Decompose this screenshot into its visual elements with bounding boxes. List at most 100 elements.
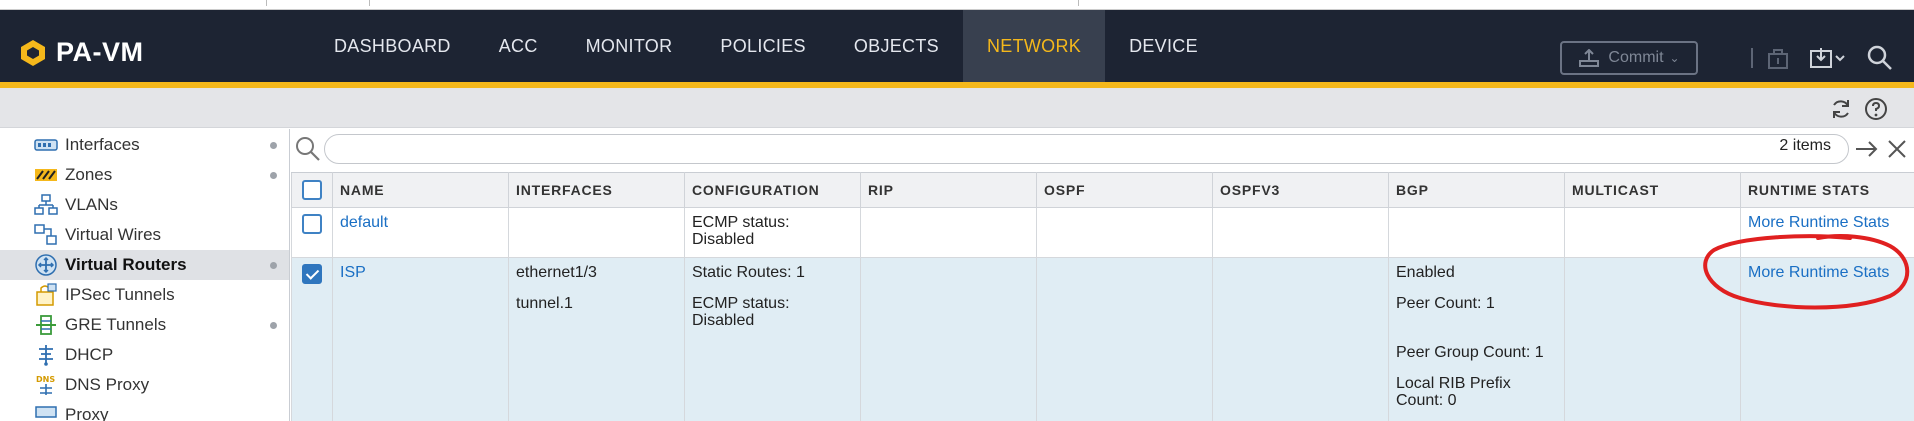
sidebar-item-label: IPSec Tunnels bbox=[65, 285, 175, 304]
sidebar-item-dhcp[interactable]: DHCP bbox=[0, 340, 289, 370]
interface-entry: ethernet1/3 bbox=[516, 264, 597, 281]
select-all-cell bbox=[291, 172, 333, 208]
configuration-cell: ECMP status: Disabled bbox=[684, 207, 861, 258]
refresh-icon[interactable] bbox=[1828, 96, 1854, 122]
help-icon[interactable] bbox=[1863, 96, 1889, 122]
gre-tunnels-icon bbox=[34, 313, 58, 337]
divider-icon bbox=[1745, 42, 1759, 74]
sidebar-item-virtual-wires[interactable]: Virtual Wires bbox=[0, 220, 289, 250]
column-header-ospfv3[interactable]: OSPFV3 bbox=[1212, 172, 1389, 208]
commit-button[interactable]: Commit ⌄ bbox=[1560, 41, 1698, 75]
name-cell: ISP bbox=[332, 257, 509, 421]
strip-divider bbox=[369, 0, 370, 6]
interfaces-cell: ethernet1/3 tunnel.1 bbox=[508, 257, 685, 421]
ospfv3-cell bbox=[1212, 207, 1389, 258]
virtual-wires-icon bbox=[34, 223, 58, 247]
column-header-rip[interactable]: RIP bbox=[860, 172, 1037, 208]
row-checkbox[interactable] bbox=[302, 264, 322, 284]
sidebar-item-label: Interfaces bbox=[65, 135, 140, 154]
app-logo[interactable]: PA-VM bbox=[18, 37, 144, 68]
apply-filter-icon[interactable] bbox=[1854, 138, 1880, 165]
interface-entry: tunnel.1 bbox=[516, 295, 573, 312]
sidebar-item-label: VLANs bbox=[65, 195, 118, 214]
table-row[interactable]: ISP ethernet1/3 tunnel.1 Static Routes: … bbox=[291, 257, 1914, 421]
interfaces-cell bbox=[508, 207, 685, 258]
dhcp-icon bbox=[34, 343, 58, 367]
filter-bar: 2 items bbox=[291, 129, 1914, 169]
status-dot bbox=[270, 171, 277, 179]
sidebar-item-label: Virtual Routers bbox=[65, 255, 187, 274]
configuration-cell: Static Routes: 1 ECMP status: Disabled bbox=[684, 257, 861, 421]
rip-cell bbox=[860, 207, 1037, 258]
app-header: PA-VM DASHBOARD ACC MONITOR POLICIES OBJ… bbox=[0, 10, 1914, 88]
save-config-icon[interactable] bbox=[1808, 42, 1850, 74]
runtime-stats-cell: More Runtime Stats bbox=[1740, 257, 1914, 421]
filter-input[interactable] bbox=[324, 134, 1849, 164]
nav-policies[interactable]: POLICIES bbox=[696, 10, 829, 82]
column-header-bgp[interactable]: BGP bbox=[1388, 172, 1565, 208]
router-name-link[interactable]: ISP bbox=[340, 264, 366, 281]
sidebar-item-proxy[interactable]: Proxy bbox=[0, 400, 289, 421]
svg-text:DNS: DNS bbox=[36, 375, 55, 384]
column-header-ospf[interactable]: OSPF bbox=[1036, 172, 1213, 208]
interfaces-icon bbox=[34, 133, 58, 157]
column-header-name[interactable]: NAME bbox=[332, 172, 509, 208]
bgp-local-rib-prefix-count: Local RIB Prefix Count: 0 bbox=[1396, 375, 1511, 409]
multicast-cell bbox=[1564, 207, 1741, 258]
nav-objects[interactable]: OBJECTS bbox=[830, 10, 963, 82]
sidebar-item-interfaces[interactable]: Interfaces bbox=[0, 130, 289, 160]
more-runtime-stats-link[interactable]: More Runtime Stats bbox=[1748, 264, 1889, 281]
more-runtime-stats-link[interactable]: More Runtime Stats bbox=[1748, 214, 1889, 231]
config-static-routes: Static Routes: 1 bbox=[692, 264, 805, 281]
nav-acc[interactable]: ACC bbox=[475, 10, 562, 82]
nav-device[interactable]: DEVICE bbox=[1105, 10, 1222, 82]
commit-label: Commit bbox=[1608, 49, 1664, 66]
sidebar-item-label: DNS Proxy bbox=[65, 375, 150, 394]
proxy-icon bbox=[34, 403, 58, 421]
nav-network[interactable]: NETWORK bbox=[962, 10, 1106, 82]
sidebar-item-dns-proxy[interactable]: DNS DNS Proxy bbox=[0, 370, 289, 400]
column-header-interfaces[interactable]: INTERFACES bbox=[508, 172, 685, 208]
page-toolbar bbox=[0, 88, 1914, 128]
column-header-multicast[interactable]: MULTICAST bbox=[1564, 172, 1741, 208]
ipsec-tunnels-icon bbox=[34, 283, 58, 307]
router-name-link[interactable]: default bbox=[340, 214, 388, 231]
strip-divider bbox=[1078, 0, 1079, 6]
sidebar-item-vlans[interactable]: VLANs bbox=[0, 190, 289, 220]
column-header-runtime-stats[interactable]: RUNTIME STATS bbox=[1740, 172, 1914, 208]
bgp-peer-group-count: Peer Group Count: 1 bbox=[1396, 344, 1544, 361]
runtime-stats-cell: More Runtime Stats bbox=[1740, 207, 1914, 258]
network-sidebar: Interfaces Zones VLANs Virtual Wires Vir… bbox=[0, 129, 290, 421]
paloalto-logo-icon bbox=[18, 38, 48, 68]
nav-dashboard[interactable]: DASHBOARD bbox=[310, 10, 475, 82]
row-select-cell bbox=[291, 207, 333, 258]
row-checkbox[interactable] bbox=[302, 214, 322, 234]
select-all-checkbox[interactable] bbox=[302, 180, 322, 200]
ospfv3-cell bbox=[1212, 257, 1389, 421]
strip-divider bbox=[266, 0, 267, 6]
search-icon[interactable] bbox=[295, 136, 321, 167]
table-header-row: NAME INTERFACES CONFIGURATION RIP OSPF O… bbox=[291, 172, 1914, 208]
sidebar-item-ipsec-tunnels[interactable]: IPSec Tunnels bbox=[0, 280, 289, 310]
table-row[interactable]: default ECMP status: Disabled More Runti… bbox=[291, 207, 1914, 258]
search-icon[interactable] bbox=[1864, 42, 1896, 74]
sidebar-item-label: Zones bbox=[65, 165, 113, 184]
sidebar-item-gre-tunnels[interactable]: GRE Tunnels bbox=[0, 310, 289, 340]
nav-monitor[interactable]: MONITOR bbox=[562, 10, 697, 82]
virtual-routers-table: NAME INTERFACES CONFIGURATION RIP OSPF O… bbox=[291, 172, 1914, 421]
sidebar-item-label: Virtual Wires bbox=[65, 225, 162, 244]
sidebar-item-virtual-routers[interactable]: Virtual Routers bbox=[0, 250, 289, 280]
bgp-cell: Enabled Peer Count: 1 Peer Group Count: … bbox=[1388, 257, 1565, 421]
status-dot bbox=[270, 261, 277, 269]
lock-config-icon[interactable] bbox=[1762, 42, 1794, 74]
ospf-cell bbox=[1036, 257, 1213, 421]
vlans-icon bbox=[34, 193, 58, 217]
sidebar-item-zones[interactable]: Zones bbox=[0, 160, 289, 190]
main-nav: DASHBOARD ACC MONITOR POLICIES OBJECTS N… bbox=[310, 10, 1222, 82]
chevron-down-icon: ⌄ bbox=[1669, 51, 1680, 65]
clear-filter-icon[interactable] bbox=[1886, 138, 1908, 165]
top-strip bbox=[0, 0, 1914, 10]
column-header-configuration[interactable]: CONFIGURATION bbox=[684, 172, 861, 208]
status-dot bbox=[270, 321, 277, 329]
